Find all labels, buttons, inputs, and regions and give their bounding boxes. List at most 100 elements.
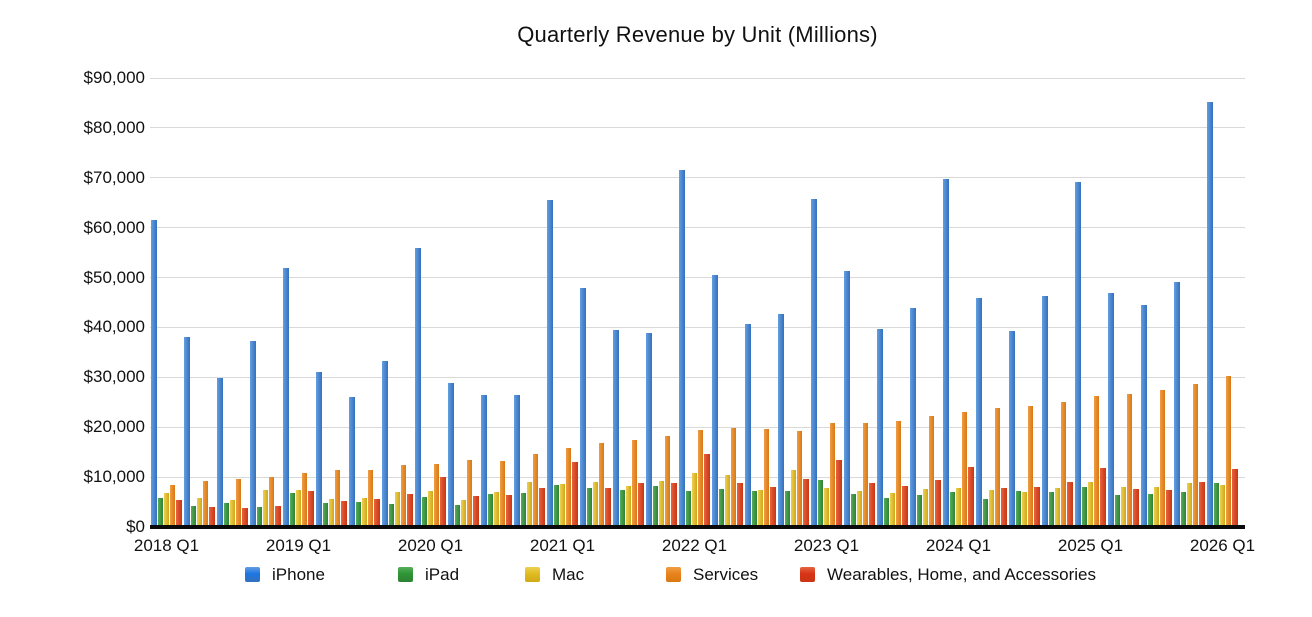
bar-ipad-2025-q2 [1115, 495, 1120, 527]
bar-iphone-2018-q4 [250, 341, 255, 527]
bar-ipad-2022-q2 [719, 489, 724, 527]
bar-wearables-home-and-accessories-2019-q3 [374, 499, 379, 527]
y-axis-tick-label: $70,000 [20, 168, 145, 188]
bar-mac-2024-q3 [1022, 492, 1027, 527]
legend-item-wearables-home-and-accessories: Wearables, Home, and Accessories [800, 565, 1096, 583]
bar-services-2023-q1 [830, 423, 835, 527]
bar-ipad-2022-q4 [785, 491, 790, 527]
bar-ipad-2021-q3 [620, 490, 625, 527]
bar-ipad-2023-q2 [851, 494, 856, 527]
legend-swatch-wearables-home-and-accessories-icon [800, 567, 815, 582]
bar-services-2020-q2 [467, 460, 472, 527]
bar-wearables-home-and-accessories-2020-q1 [440, 477, 445, 527]
bar-services-2018-q1 [170, 485, 175, 527]
bar-wearables-home-and-accessories-2024-q2 [1001, 488, 1006, 527]
bar-mac-2023-q3 [890, 493, 895, 527]
bar-ipad-2025-q1 [1082, 487, 1087, 527]
gridline [150, 78, 1245, 79]
y-axis-tick-label: $50,000 [20, 268, 145, 288]
x-axis-line [150, 525, 1245, 529]
bar-mac-2020-q4 [527, 482, 532, 527]
bar-services-2021-q1 [566, 448, 571, 527]
bar-ipad-2025-q3 [1148, 494, 1153, 527]
bar-wearables-home-and-accessories-2021-q1 [572, 462, 577, 527]
bar-ipad-2020-q1 [422, 497, 427, 527]
legend-item-iphone: iPhone [245, 565, 325, 583]
bar-wearables-home-and-accessories-2025-q4 [1199, 482, 1204, 527]
legend-swatch-services-icon [666, 567, 681, 582]
bar-services-2023-q4 [929, 416, 934, 527]
bar-mac-2023-q1 [824, 488, 829, 527]
bar-wearables-home-and-accessories-2019-q4 [407, 494, 412, 527]
bar-services-2019-q3 [368, 470, 373, 527]
bar-services-2024-q3 [1028, 406, 1033, 527]
bar-iphone-2022-q2 [712, 275, 717, 527]
bar-iphone-2023-q3 [877, 329, 882, 527]
y-axis-tick-label: $40,000 [20, 317, 145, 337]
bar-services-2022-q3 [764, 429, 769, 527]
bar-wearables-home-and-accessories-2023-q4 [935, 480, 940, 527]
bar-services-2022-q4 [797, 431, 802, 527]
plot-area [150, 78, 1245, 527]
bar-mac-2019-q2 [329, 499, 334, 527]
x-axis-tick-label: 2024 Q1 [894, 536, 1024, 556]
gridline [150, 127, 1245, 128]
bar-mac-2018-q2 [197, 498, 202, 527]
bar-mac-2020-q3 [494, 492, 499, 527]
legend-item-ipad: iPad [398, 565, 459, 583]
gridline [150, 327, 1245, 328]
bar-wearables-home-and-accessories-2022-q4 [803, 479, 808, 527]
bar-mac-2021-q1 [560, 484, 565, 527]
x-axis-tick-label: 2021 Q1 [498, 536, 628, 556]
bar-mac-2022-q2 [725, 475, 730, 527]
bar-ipad-2026-q1 [1214, 483, 1219, 527]
bar-services-2026-q1 [1226, 376, 1231, 527]
bar-mac-2022-q4 [791, 470, 796, 527]
bar-mac-2018-q1 [164, 493, 169, 527]
bar-wearables-home-and-accessories-2023-q3 [902, 486, 907, 527]
bar-ipad-2018-q3 [224, 503, 229, 527]
bar-wearables-home-and-accessories-2022-q1 [704, 454, 709, 527]
bar-services-2025-q2 [1127, 394, 1132, 527]
y-axis-tick-label: $30,000 [20, 367, 145, 387]
bar-iphone-2021-q2 [580, 288, 585, 527]
bar-iphone-2025-q2 [1108, 293, 1113, 527]
bar-mac-2025-q4 [1187, 483, 1192, 527]
legend-label: Wearables, Home, and Accessories [827, 565, 1096, 585]
bar-wearables-home-and-accessories-2021-q2 [605, 488, 610, 527]
gridline [150, 377, 1245, 378]
y-axis-tick-label: $90,000 [20, 68, 145, 88]
x-axis-tick-label: 2023 Q1 [762, 536, 892, 556]
bar-services-2022-q2 [731, 428, 736, 527]
bar-ipad-2024-q3 [1016, 491, 1021, 527]
bar-iphone-2018-q1 [151, 220, 156, 527]
bar-iphone-2018-q3 [217, 378, 222, 527]
bar-wearables-home-and-accessories-2025-q2 [1133, 489, 1138, 527]
bar-services-2019-q4 [401, 465, 406, 527]
bar-iphone-2024-q3 [1009, 331, 1014, 527]
bar-iphone-2023-q2 [844, 271, 849, 527]
y-axis-tick-label: $10,000 [20, 467, 145, 487]
bar-iphone-2019-q3 [349, 397, 354, 527]
bar-services-2021-q3 [632, 440, 637, 527]
bar-mac-2021-q4 [659, 481, 664, 527]
bar-iphone-2023-q1 [811, 199, 816, 527]
bar-iphone-2025-q4 [1174, 282, 1179, 527]
y-axis-tick-label: $80,000 [20, 118, 145, 138]
bar-iphone-2023-q4 [910, 308, 915, 527]
bar-services-2018-q3 [236, 479, 241, 527]
bar-wearables-home-and-accessories-2019-q1 [308, 491, 313, 527]
y-axis-tick-label: $60,000 [20, 218, 145, 238]
bar-iphone-2022-q1 [679, 170, 684, 527]
bar-ipad-2021-q2 [587, 488, 592, 527]
bar-services-2019-q1 [302, 473, 307, 527]
chart-canvas: Quarterly Revenue by Unit (Millions) $0$… [0, 0, 1312, 617]
bar-wearables-home-and-accessories-2024-q1 [968, 467, 973, 527]
bar-wearables-home-and-accessories-2021-q4 [671, 483, 676, 527]
bar-services-2025-q1 [1094, 396, 1099, 527]
bar-services-2019-q2 [335, 470, 340, 527]
legend-label: Mac [552, 565, 584, 585]
bar-iphone-2022-q3 [745, 324, 750, 527]
bar-wearables-home-and-accessories-2023-q2 [869, 483, 874, 527]
bar-wearables-home-and-accessories-2025-q3 [1166, 490, 1171, 527]
